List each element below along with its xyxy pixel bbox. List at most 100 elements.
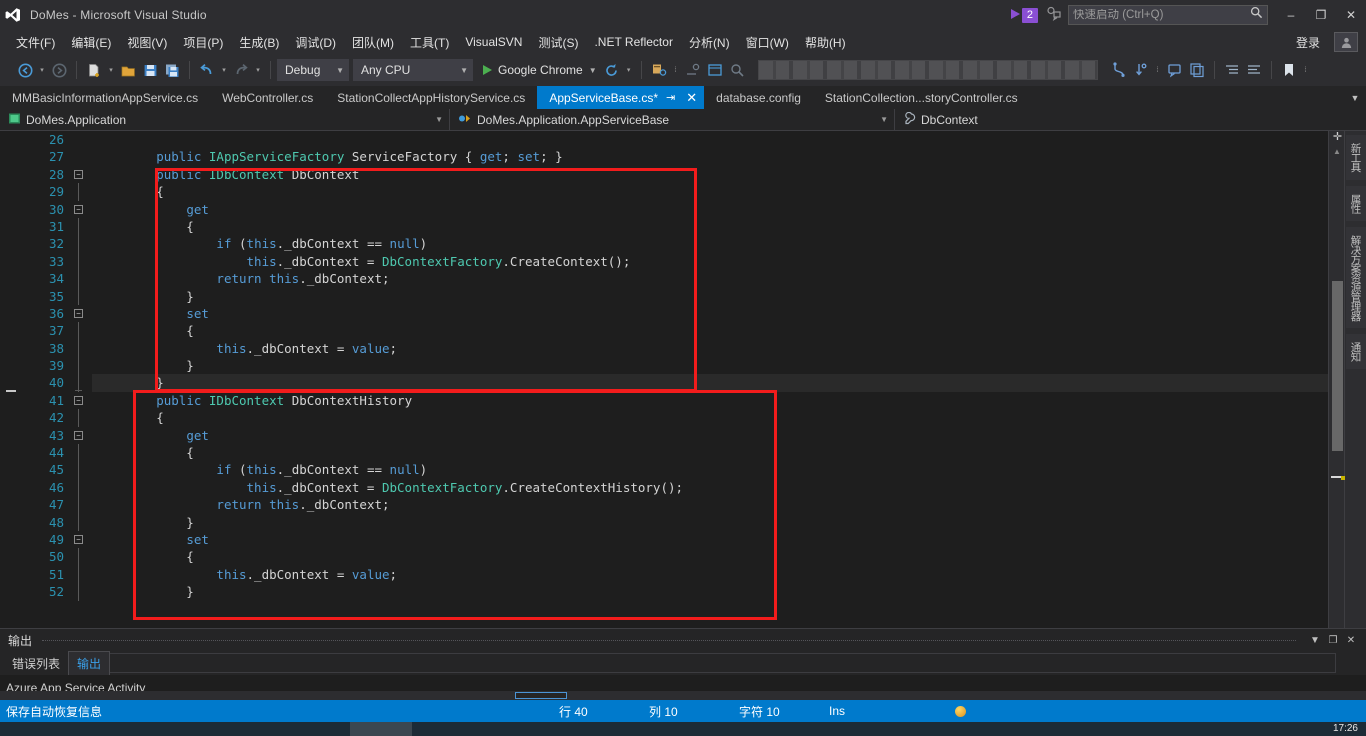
tool-tab-solution-explorer[interactable]: 解决方案资源管理器 (1345, 226, 1366, 328)
menu-file[interactable]: 文件(F) (8, 31, 63, 54)
toolbar-search-field[interactable] (757, 60, 1098, 80)
code-editor[interactable]: 26 27 28 29 30 31 32 33 34 35 36 37 38 39 40 41 42 43 44 45… (0, 131, 1328, 628)
navigate-forward-icon[interactable] (48, 58, 70, 82)
code-line[interactable]: } (92, 514, 1328, 531)
notification-badge[interactable]: 2 (1010, 7, 1038, 23)
outline-marker[interactable]: − (70, 166, 92, 183)
user-avatar-icon[interactable] (1334, 32, 1358, 52)
outline-marker[interactable]: − (70, 531, 92, 548)
tab-error-list[interactable]: 错误列表 (4, 652, 68, 675)
outline-marker[interactable]: − (70, 427, 92, 444)
configuration-combo[interactable]: Debug ▼ (277, 59, 349, 81)
menu-net-reflector[interactable]: .NET Reflector (586, 32, 680, 52)
code-line[interactable]: public IDbContext DbContextHistory (92, 392, 1328, 409)
code-line[interactable]: set (92, 305, 1328, 322)
sync-dropdown[interactable]: ⁞ (1152, 58, 1164, 82)
chevron-down-icon[interactable]: ▼ (1344, 86, 1366, 109)
member-combo[interactable]: DbContext (895, 109, 1366, 131)
code-line[interactable] (92, 131, 1328, 148)
menu-build[interactable]: 生成(B) (231, 31, 287, 54)
refresh-icon[interactable] (601, 58, 623, 82)
code-line[interactable]: } (92, 357, 1328, 374)
code-line[interactable]: } (92, 583, 1328, 600)
zoom-handle-icon[interactable]: ✛ (1331, 131, 1344, 144)
increase-indent-icon[interactable] (1221, 58, 1243, 82)
signin-button[interactable]: 登录 (1286, 31, 1330, 54)
code-line[interactable]: if (this._dbContext == null) (92, 461, 1328, 478)
decrease-indent-icon[interactable] (1243, 58, 1265, 82)
code-line[interactable]: public IDbContext DbContext (92, 166, 1328, 183)
minimize-button[interactable]: – (1276, 0, 1306, 30)
code-line[interactable]: this._dbContext = value; (92, 340, 1328, 357)
output-horizontal-scrollbar[interactable] (0, 691, 1366, 700)
menu-visualsvn[interactable]: VisualSVN (457, 32, 530, 52)
sync-icon[interactable] (1130, 58, 1152, 82)
float-window-icon[interactable]: ❐ (1324, 635, 1342, 646)
platform-combo[interactable]: Any CPU ▼ (353, 59, 473, 81)
refresh-dropdown[interactable]: ▾ (623, 58, 635, 82)
collapse-minus-icon[interactable]: − (74, 395, 83, 405)
code-line[interactable]: { (92, 322, 1328, 339)
tab-mmbasicinformationappservice[interactable]: MMBasicInformationAppService.cs (0, 86, 210, 109)
tab-stationcollectapphistoryservice[interactable]: StationCollectAppHistoryService.cs (325, 86, 537, 109)
close-button[interactable]: ✕ (1336, 0, 1366, 30)
glyph-margin[interactable] (0, 131, 22, 628)
attach-dropdown[interactable]: ⁞ (670, 58, 682, 82)
close-icon[interactable]: ✕ (1342, 635, 1360, 646)
code-line[interactable]: return this._dbContext; (92, 496, 1328, 513)
menu-project[interactable]: 项目(P) (175, 31, 231, 54)
outline-marker[interactable]: − (70, 392, 92, 409)
step-into-icon[interactable] (682, 58, 704, 82)
code-line[interactable]: { (92, 183, 1328, 200)
code-line[interactable]: get (92, 201, 1328, 218)
output-scrollbar-thumb[interactable] (515, 692, 567, 699)
menu-view[interactable]: 视图(V) (119, 31, 175, 54)
code-line[interactable]: this._dbContext = value; (92, 566, 1328, 583)
outline-marker[interactable]: − (70, 305, 92, 322)
output-pane-body[interactable]: Azure App Service Activity (0, 675, 1366, 700)
code-line[interactable]: this._dbContext = DbContextFactory.Creat… (92, 253, 1328, 270)
close-icon[interactable]: ✕ (683, 90, 700, 106)
bookmark-dropdown[interactable]: ⁞ (1300, 58, 1312, 82)
undo-dropdown[interactable]: ▾ (218, 58, 230, 82)
code-line[interactable]: if (this._dbContext == null) (92, 235, 1328, 252)
bookmark-icon[interactable] (1278, 58, 1300, 82)
navigate-back-icon[interactable] (14, 58, 36, 82)
attach-to-process-icon[interactable] (648, 58, 670, 82)
collapse-minus-icon[interactable]: − (74, 204, 83, 214)
menu-test[interactable]: 测试(S) (530, 31, 586, 54)
namespace-combo[interactable]: DoMes.Application ▼ (0, 108, 450, 131)
collapse-minus-icon[interactable]: − (74, 308, 83, 318)
collapse-minus-icon[interactable]: − (74, 534, 83, 544)
code-line[interactable]: return this._dbContext; (92, 270, 1328, 287)
editor-vertical-scrollbar[interactable]: ✛ ▲ (1328, 131, 1345, 628)
start-debug-button[interactable]: Google Chrome ▼ (477, 58, 601, 82)
chevron-down-icon[interactable]: ▼ (1306, 635, 1324, 646)
new-project-dropdown[interactable]: ▾ (105, 58, 117, 82)
code-surface[interactable]: public IAppServiceFactory ServiceFactory… (92, 131, 1328, 628)
uncomment-icon[interactable] (1186, 58, 1208, 82)
collapse-marker[interactable] (6, 390, 16, 392)
menu-team[interactable]: 团队(M) (344, 31, 402, 54)
menu-window[interactable]: 窗口(W) (738, 31, 797, 54)
find-in-files-icon[interactable] (726, 58, 748, 82)
tab-database-config[interactable]: database.config (704, 86, 813, 109)
code-line[interactable]: } (92, 288, 1328, 305)
tab-output[interactable]: 输出 (68, 650, 111, 676)
search-icon[interactable] (1250, 6, 1263, 24)
tab-webcontroller[interactable]: WebController.cs (210, 86, 325, 109)
collapse-minus-icon[interactable]: − (74, 169, 83, 179)
undo-icon[interactable] (196, 58, 218, 82)
scrollbar-thumb[interactable] (1332, 281, 1343, 451)
code-line[interactable]: this._dbContext = DbContextFactory.Creat… (92, 479, 1328, 496)
code-line[interactable]: { (92, 218, 1328, 235)
tab-appservicebase[interactable]: AppServiceBase.cs* ⇥ ✕ (537, 86, 705, 109)
scroll-up-button[interactable]: ▲ (1329, 145, 1345, 159)
comment-icon[interactable] (1164, 58, 1186, 82)
code-line[interactable]: { (92, 444, 1328, 461)
code-line[interactable]: get (92, 427, 1328, 444)
code-line[interactable]: set (92, 531, 1328, 548)
feedback-smiley-icon[interactable] (1046, 5, 1062, 26)
tool-tab-new-tools[interactable]: 新工具 (1345, 135, 1366, 180)
tool-tab-properties[interactable]: 属性 (1345, 185, 1366, 221)
